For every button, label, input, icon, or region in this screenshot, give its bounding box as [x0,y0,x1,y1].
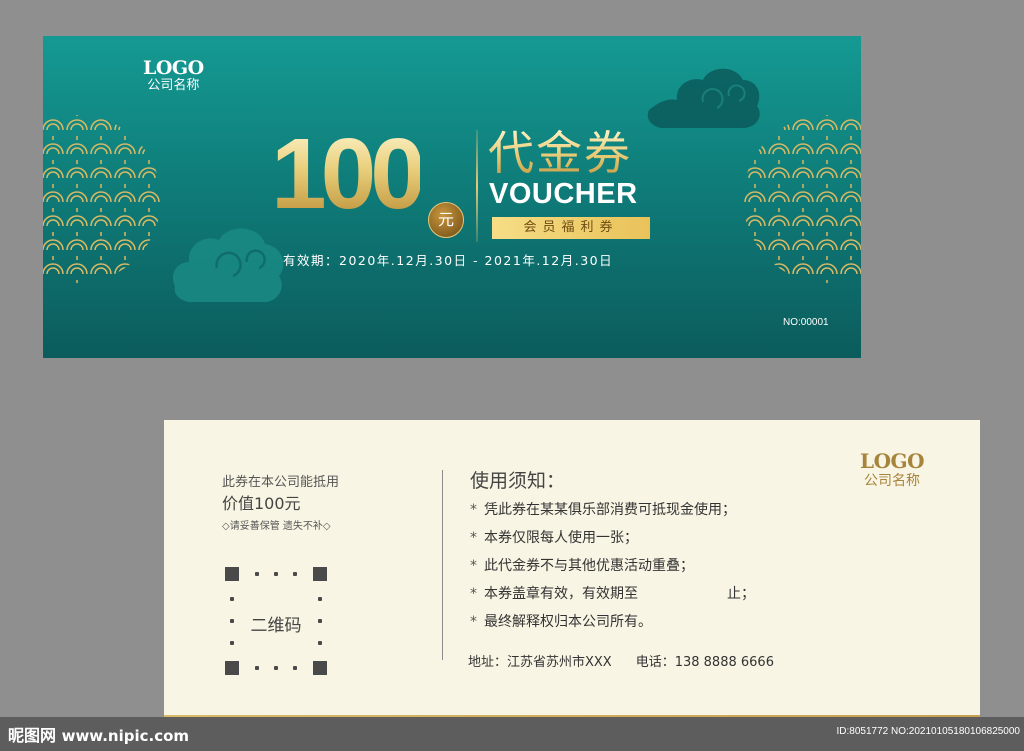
voucher-title-en: VOUCHER [489,178,638,210]
rule-item: * 本券盖章有效，有效期至 止； [470,584,755,612]
qr-corner [225,661,239,675]
cloud-top-right [647,68,760,128]
watermark-site: 昵图网 www.nipic.com [8,722,189,746]
qr-code-placeholder: 二维码 [225,567,327,675]
watermark-id: ID:8051772 NO:20210105180106825000 [836,726,1021,737]
rule-item: * 凭此券在某某俱乐部消费可抵现金使用； [470,500,755,528]
qr-label: 二维码 [250,616,302,636]
voucher-amount: 100 [271,118,426,230]
back-logo-text: LOGO [860,449,925,473]
usage-rules: * 凭此券在某某俱乐部消费可抵现金使用； * 本券仅限每人使用一张； * 此代金券不与… [470,500,755,640]
front-company-name: 公司名称 [147,78,200,93]
qr-corner [313,567,327,581]
currency-badge: 元 [428,202,464,238]
back-divider [442,470,443,660]
rule-text: 本券仅限每人使用一张； [484,530,638,546]
rule-text: 最终解释权归本公司所有。 [484,614,652,630]
voucher-back: 此券在本公司能抵用 价值100元 ◇请妥善保管 遗失不补◇ 二维码 使用须知： … [164,420,980,723]
rule-item: * 此代金券不与其他优惠活动重叠； [470,556,755,584]
left-pattern-circle [43,115,161,283]
qr-dot [293,572,297,576]
asterisk-icon: * [470,614,477,630]
phone-text: 电话：138 8888 6666 [635,655,774,670]
qr-dot [274,572,278,576]
address-text: 地址：江苏省苏州市XXX [468,655,612,670]
back-logo: LOGO 公司名称 [860,449,925,490]
cloud-lower-left [172,228,284,303]
asterisk-icon: * [470,558,477,574]
voucher-title-cn: 代金券 [488,126,632,180]
asterisk-icon: * [470,586,477,602]
keep-safe-note: ◇请妥善保管 遗失不补◇ [222,521,331,532]
watermark-url: www.nipic.com [61,727,190,745]
usage-title: 使用须知： [470,470,566,492]
qr-corner [313,661,327,675]
value-note: 价值100元 [222,494,301,513]
qr-dot [318,641,322,645]
rule-item: * 本券仅限每人使用一张； [470,528,755,556]
back-company-name: 公司名称 [864,473,920,489]
qr-dot [274,666,278,670]
qr-dot [255,572,259,576]
qr-dot [230,641,234,645]
asterisk-icon: * [470,502,477,518]
front-logo-text: LOGO [143,57,204,79]
rule-text: 本券盖章有效，有效期至 止； [484,586,756,602]
offset-note: 此券在本公司能抵用 [222,475,340,490]
qr-corner [225,567,239,581]
watermark-site-name: 昵图网 [8,726,57,745]
front-logo: LOGO 公司名称 [143,58,204,94]
qr-dot [293,666,297,670]
contact-info: 地址：江苏省苏州市XXX 电话：138 8888 6666 [468,651,774,670]
title-divider [476,130,478,242]
voucher-front: LOGO 公司名称 100 元 代金券 VOUCHER 会员福利券 有效期：20… [43,36,861,358]
qr-dot [318,619,322,623]
validity-period: 有效期：2020年.12月.30日 - 2021年.12月.30日 [283,253,614,268]
asterisk-icon: * [470,530,477,546]
rule-item: * 最终解释权归本公司所有。 [470,612,755,640]
rule-text: 此代金券不与其他优惠活动重叠； [484,558,694,574]
qr-dot [230,597,234,601]
serial-number: NO:00001 [783,317,829,328]
qr-dot [318,597,322,601]
qr-dot [255,666,259,670]
qr-dot [230,619,234,623]
member-benefit-badge: 会员福利券 [492,217,650,239]
rule-text: 凭此券在某某俱乐部消费可抵现金使用； [484,502,736,518]
